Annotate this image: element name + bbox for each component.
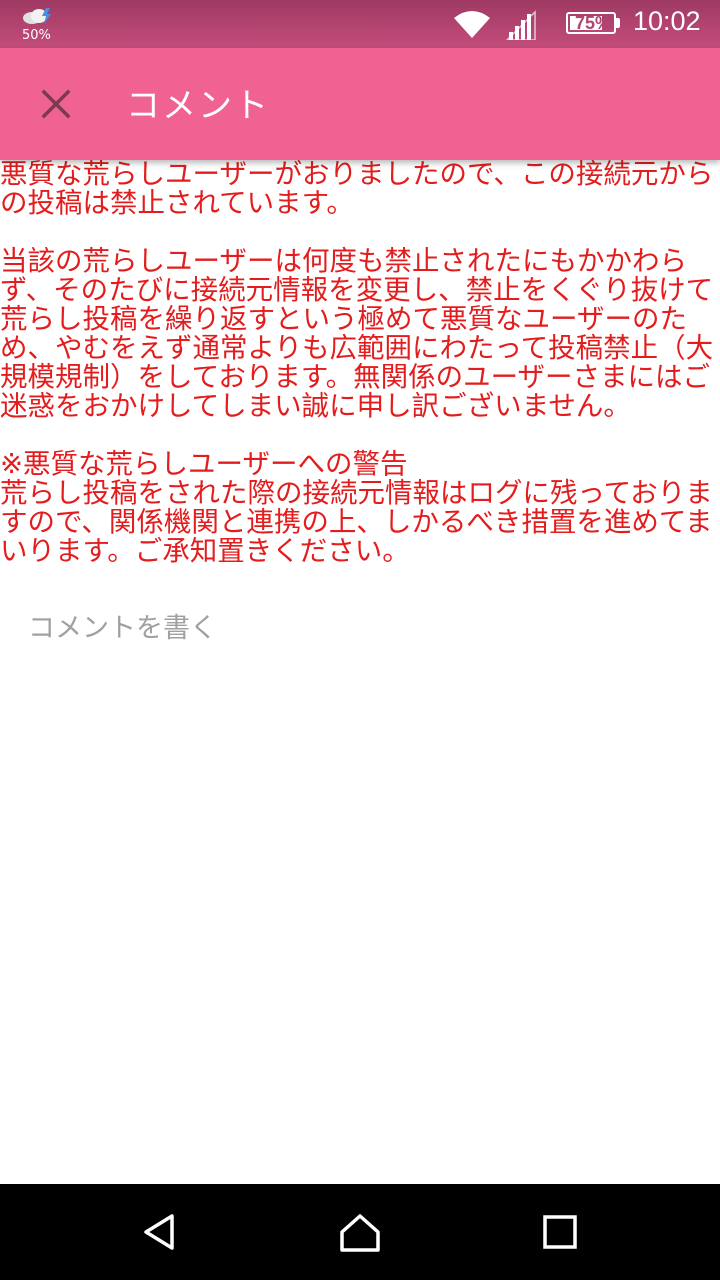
battery-icon: 75%: [566, 10, 620, 36]
navigation-bar: [0, 1184, 720, 1280]
app-bar: コメント: [0, 48, 720, 160]
back-button[interactable]: [130, 1202, 190, 1262]
clock: 10:02: [633, 6, 701, 36]
page-title: コメント: [126, 86, 270, 126]
home-button[interactable]: [330, 1202, 390, 1262]
status-bar: 50% 75% 10:02: [0, 0, 720, 48]
home-icon: [340, 1214, 380, 1252]
notice-paragraph-1: 悪質な荒らしユーザーがおりましたので、この接続元からの投稿は禁止されています。: [0, 158, 714, 219]
wifi-icon: [454, 11, 490, 38]
close-button[interactable]: [24, 72, 88, 136]
recents-button[interactable]: [530, 1202, 590, 1262]
warning-title: ※悪質な荒らしユーザーへの警告: [0, 448, 408, 480]
weather-percent: 50%: [22, 28, 51, 43]
notice-paragraph-2: 当該の荒らしユーザーは何度も禁止されたにもかかわらず、そのたびに接続元情報を変更…: [0, 245, 714, 422]
warning-body: 荒らし投稿をされた際の接続元情報はログに残っておりますので、関係機関と連携の上、…: [0, 477, 713, 567]
battery-percent: 75%: [574, 13, 612, 33]
recents-icon: [543, 1215, 577, 1249]
signal-icon: [505, 10, 536, 40]
comment-input[interactable]: [28, 606, 688, 650]
weather-icon: [23, 8, 51, 24]
back-icon: [144, 1214, 174, 1250]
ban-notice: 悪質な荒らしユーザーがおりましたので、この接続元からの投稿は禁止されています。 …: [0, 160, 718, 566]
close-icon: [41, 89, 71, 119]
weather-indicator: 50%: [18, 6, 58, 44]
